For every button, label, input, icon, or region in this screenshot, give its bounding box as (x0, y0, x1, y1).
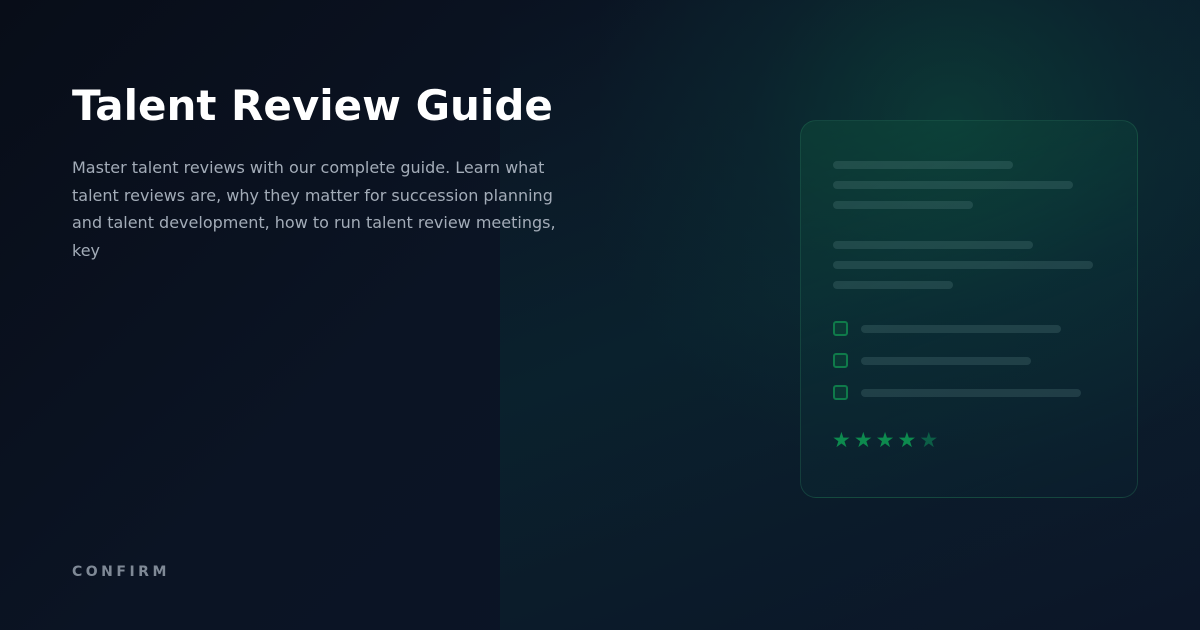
checkbox-icon (833, 353, 848, 368)
checkbox-icon (833, 321, 848, 336)
placeholder-line (833, 281, 953, 289)
page-description: Master talent reviews with our complete … (72, 158, 556, 260)
page-title: Talent Review Guide (72, 81, 553, 130)
brand-name: CONFIRM (72, 564, 170, 580)
star-icon: ★ (897, 428, 917, 452)
star-icon: ★ (919, 428, 939, 452)
document-illustration-card: ★ ★ ★ ★ ★ (800, 120, 1138, 498)
placeholder-line (833, 201, 973, 209)
checklist-line (861, 389, 1081, 397)
star-icon: ★ (853, 428, 873, 452)
checkbox-icon (833, 385, 848, 400)
star-icon: ★ (875, 428, 895, 452)
placeholder-line (833, 181, 1073, 189)
placeholder-line (833, 161, 1013, 169)
checklist-line (861, 357, 1031, 365)
placeholder-line (833, 241, 1033, 249)
placeholder-line (833, 261, 1093, 269)
checklist-line (861, 325, 1061, 333)
star-icon: ★ (832, 428, 851, 452)
star-rating: ★ ★ ★ ★ ★ (832, 427, 938, 453)
